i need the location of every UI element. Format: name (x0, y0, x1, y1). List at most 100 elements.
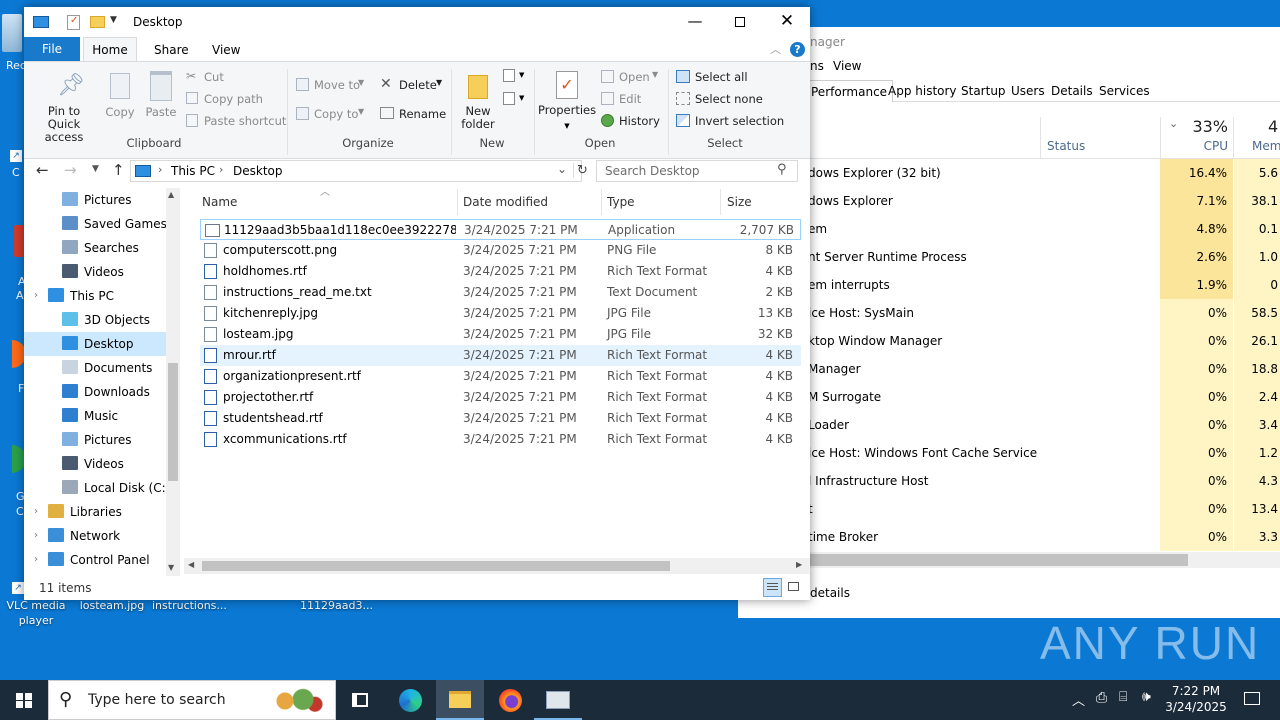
nav-item[interactable]: › Control Panel (24, 548, 166, 572)
scrollbar-thumb[interactable] (808, 554, 1188, 566)
breadcrumb-desktop[interactable]: Desktop (233, 164, 283, 178)
task-manager-taskbar-button[interactable] (534, 680, 582, 720)
tab-share[interactable]: Share (154, 43, 189, 57)
paste-button[interactable]: Paste (142, 69, 180, 129)
task-manager-window[interactable]: nager ns View Performance App history St… (738, 27, 1280, 618)
tab-users[interactable]: Users (1006, 80, 1050, 102)
volume-icon[interactable]: 🕪︎ (1142, 689, 1151, 705)
scroll-down-icon[interactable]: ▼ (168, 563, 174, 572)
desktop-icon-vlc[interactable]: VLC media player (0, 598, 72, 628)
process-row[interactable]: M Surrogate 0% 2.4 (738, 383, 1280, 411)
copy-button[interactable]: Copy (103, 69, 137, 129)
quick-access-dropdown-icon[interactable]: ▼ (110, 15, 117, 25)
nav-item[interactable]: Local Disk (C:) (24, 476, 166, 500)
expand-chevron-icon[interactable]: › (34, 500, 38, 524)
minimize-button[interactable]: — (672, 9, 718, 35)
process-row[interactable]: time Broker 0% 3.3 (738, 523, 1280, 551)
nav-item[interactable]: 3D Objects (24, 308, 166, 332)
column-header-date[interactable]: Date modified (463, 195, 548, 209)
taskbar-search-box[interactable]: ⚲ Type here to search (48, 680, 336, 720)
file-row[interactable]: studentshead.rtf 3/24/2025 7:21 PM Rich Te… (200, 408, 801, 429)
process-row[interactable]: ice Host: SysMain 0% 58.5 (738, 299, 1280, 327)
column-header-memory[interactable]: Mem (1252, 139, 1280, 153)
file-explorer-taskbar-button[interactable] (436, 680, 484, 720)
file-row[interactable]: kitchenreply.jpg 3/24/2025 7:21 PM JPG Fil… (200, 303, 801, 324)
details-view-button[interactable] (763, 578, 782, 597)
scroll-up-icon[interactable]: ▲ (168, 190, 174, 199)
fewer-details-link[interactable]: details (810, 586, 850, 600)
up-arrow-icon[interactable]: ↑ (112, 161, 125, 179)
back-arrow-icon[interactable]: ← (36, 161, 49, 179)
nav-item[interactable]: Saved Games (24, 212, 166, 236)
nav-item[interactable]: › Libraries (24, 500, 166, 524)
new-folder-quick-icon[interactable] (90, 16, 105, 28)
column-header-type[interactable]: Type (607, 195, 635, 209)
nav-item[interactable]: › Network (24, 524, 166, 548)
process-row[interactable]: ice Host: Windows Font Cache Service 0% 1.… (738, 439, 1280, 467)
task-view-button[interactable] (336, 680, 384, 720)
process-row[interactable]: Manager 0% 18.8 (738, 355, 1280, 383)
tab-services[interactable]: Services (1094, 80, 1155, 102)
properties-quick-icon[interactable]: ✓ (67, 15, 80, 30)
horizontal-scrollbar[interactable] (738, 552, 1280, 568)
desktop-icon-instructions[interactable]: instructions... (152, 598, 227, 613)
pin-quick-access-button[interactable]: 📌︎ Pin to Quick access (30, 69, 98, 144)
search-input[interactable]: Search Desktop (605, 164, 700, 178)
desktop-icon-fragment-1[interactable]: ↗ C (0, 150, 24, 184)
process-row[interactable]: em interrupts 1.9% 0 (738, 271, 1280, 299)
title-bar[interactable]: ✓ ▼ Desktop — ✕ (24, 7, 810, 37)
column-header-status[interactable]: Status (1047, 139, 1085, 153)
edge-button[interactable] (386, 680, 434, 720)
nav-item[interactable]: › This PC (24, 284, 166, 308)
desktop-icon-fragment-4[interactable]: G C (0, 445, 26, 521)
start-button[interactable] (0, 680, 48, 720)
process-row[interactable]: l Infrastructure Host 0% 4.3 (738, 467, 1280, 495)
nav-scrollbar-thumb[interactable] (168, 363, 178, 481)
column-header-size[interactable]: Size (727, 195, 752, 209)
scroll-left-icon[interactable]: ◀ (188, 560, 194, 569)
nav-item[interactable]: Documents (24, 356, 166, 380)
address-bar[interactable]: › This PC › Desktop ⌄ ↻ (130, 160, 588, 182)
recent-locations-chevron-icon[interactable]: ▼ (92, 164, 99, 174)
expand-chevron-icon[interactable]: › (34, 284, 38, 308)
maximize-button[interactable] (718, 7, 764, 37)
desktop-icon-losteam[interactable]: losteam.jpg (76, 598, 148, 613)
taskbar-search-input[interactable]: Type here to search (88, 692, 226, 708)
collapse-ribbon-chevron-icon[interactable]: ︿ (770, 41, 781, 57)
tab-view[interactable]: View (212, 43, 240, 57)
properties-button[interactable]: ✓ Properties ▼ (538, 69, 596, 135)
process-row[interactable]: nt Server Runtime Process 2.6% 1.0 (738, 243, 1280, 271)
column-header-name[interactable]: Name (202, 195, 237, 209)
show-hidden-icons-chevron-icon[interactable]: ︿ (1072, 690, 1085, 709)
search-box[interactable]: Search Desktop ⚲ (596, 160, 798, 182)
tab-performance[interactable]: Performance (805, 80, 894, 102)
desktop-icon-fragment-3[interactable]: F (0, 340, 26, 400)
network-icon[interactable]: ⌸ (1119, 689, 1127, 705)
large-icons-view-button[interactable] (786, 579, 802, 595)
breadcrumb-this-pc[interactable]: This PC (171, 164, 215, 178)
nav-item[interactable]: Downloads (24, 380, 166, 404)
nav-item[interactable]: Music (24, 404, 166, 428)
process-row[interactable]: dows Explorer 7.1% 38.1 (738, 187, 1280, 215)
nav-item[interactable]: Pictures (24, 188, 166, 212)
notification-center-button[interactable] (1232, 680, 1272, 720)
file-row[interactable]: holdhomes.rtf 3/24/2025 7:21 PM Rich Text … (200, 261, 801, 282)
new-item-button[interactable]: ▼ (503, 69, 527, 87)
firefox-button[interactable] (486, 680, 534, 720)
file-tab[interactable]: File (24, 37, 80, 61)
forward-arrow-icon[interactable]: → (64, 161, 77, 179)
new-folder-button[interactable]: New folder (454, 69, 502, 133)
file-row[interactable]: computerscott.png 3/24/2025 7:21 PM PNG Fi… (200, 240, 801, 261)
clock[interactable]: 7:22 PM 3/24/2025 (1164, 683, 1228, 717)
desktop-icon-recycle-bin[interactable]: Rec (0, 12, 26, 74)
file-row[interactable]: losteam.jpg 3/24/2025 7:21 PM JPG File 32 K… (200, 324, 801, 345)
process-row[interactable]: ktop Window Manager 0% 26.1 (738, 327, 1280, 355)
address-dropdown-chevron-icon[interactable]: ⌄ (557, 162, 567, 176)
nav-item[interactable]: Searches (24, 236, 166, 260)
expand-chevron-icon[interactable]: › (34, 548, 38, 572)
tab-startup[interactable]: Startup (956, 80, 1011, 102)
close-button[interactable]: ✕ (764, 9, 810, 35)
process-row[interactable]: dows Explorer (32 bit) 16.4% 5.6 (738, 159, 1280, 187)
file-list-scrollbar-thumb[interactable] (202, 561, 670, 571)
expand-chevron-icon[interactable]: › (34, 524, 38, 548)
